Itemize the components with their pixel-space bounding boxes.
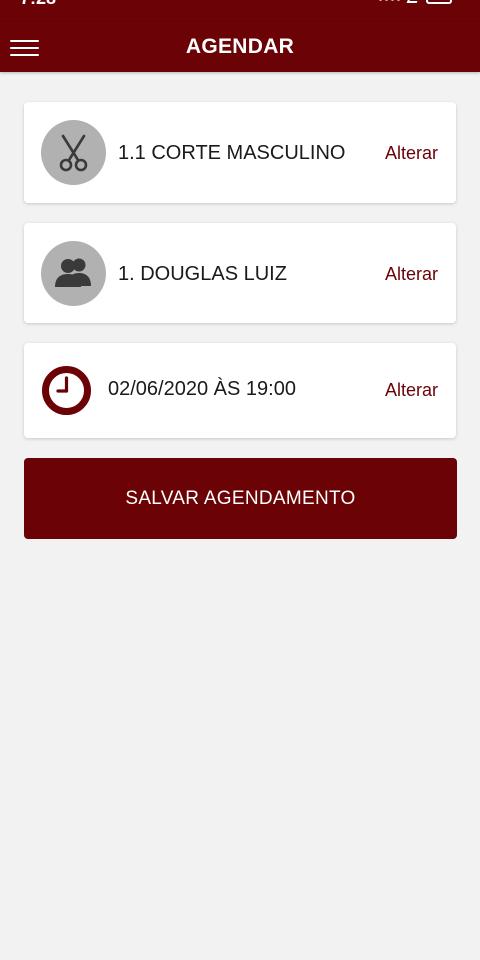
top-app-bar: AGENDAR [0,22,480,72]
page-title: AGENDAR [185,35,295,58]
professional-name: 1. DOUGLAS LUIZ [118,263,287,285]
clock-icon [41,365,92,416]
status-time: 7:28 [20,0,56,9]
service-card[interactable]: 1.1 CORTE MASCULINO Alterar [24,102,456,203]
service-name: 1.1 CORTE MASCULINO [118,142,346,164]
battery-icon [426,0,452,4]
status-icons [379,0,452,4]
change-professional-link[interactable]: Alterar [385,264,438,285]
change-datetime-link[interactable]: Alterar [385,380,438,401]
datetime-card[interactable]: 02/06/2020 ÀS 19:00 Alterar [24,343,456,438]
status-bar: 7:28 [0,0,480,22]
wifi-icon [406,0,420,3]
professional-card[interactable]: 1. DOUGLAS LUIZ Alterar [24,223,456,323]
save-appointment-button[interactable]: SALVAR AGENDAMENTO [24,458,457,539]
appointment-datetime: 02/06/2020 ÀS 19:00 [108,378,296,400]
people-icon [41,241,106,306]
scissors-icon [41,120,106,185]
change-service-link[interactable]: Alterar [385,143,438,164]
signal-icon [379,0,400,1]
